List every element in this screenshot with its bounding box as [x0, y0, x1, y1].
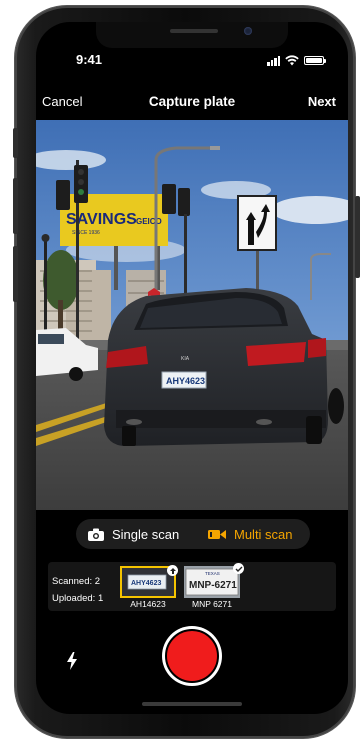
wifi-icon: [285, 55, 299, 66]
phone-screen: 9:41 Cancel Capture plate Next SAVINGS S…: [36, 22, 348, 714]
plate-label: AH14623: [130, 599, 166, 609]
signal-icon: [267, 55, 280, 66]
plate-thumbnail[interactable]: TEXAS MNP-6271: [184, 563, 244, 598]
speaker-grille: [170, 29, 218, 33]
billboard-brand: GEICO: [136, 217, 162, 226]
volume-down-button: [13, 246, 18, 302]
page-title: Capture plate: [148, 94, 236, 109]
car-plate-text: AHY4623: [166, 376, 205, 386]
front-camera: [244, 27, 252, 35]
status-bar: 9:41: [36, 52, 348, 72]
single-scan-option[interactable]: Single scan: [88, 519, 179, 549]
plate-thumbnail-text: MNP-6271: [189, 580, 237, 591]
scan-mode-toggle: Single scan Multi scan: [76, 519, 310, 549]
navigation-bar: Cancel Capture plate Next: [36, 92, 348, 112]
uploaded-count: Uploaded: 1: [52, 593, 104, 604]
car-badge-text: KIA: [181, 356, 190, 362]
plate-thumbnail-image: AHY4623: [122, 568, 174, 596]
video-camera-icon: [208, 529, 226, 539]
volume-up-button: [13, 178, 18, 234]
scan-counts: Scanned: 2 Uploaded: 1: [52, 573, 103, 607]
camera-icon: [88, 528, 104, 541]
home-indicator: [142, 702, 242, 706]
silent-switch: [13, 128, 18, 158]
scanned-plates-strip: Scanned: 2 Uploaded: 1 AHY4623 AH14623 T…: [48, 562, 336, 611]
status-time: 9:41: [76, 52, 103, 67]
plate-label: MNP 6271: [191, 599, 232, 609]
multi-scan-option[interactable]: Multi scan: [208, 519, 293, 549]
single-scan-label: Single scan: [112, 526, 180, 542]
plate-thumbnail-text: AHY4623: [131, 580, 161, 587]
upload-icon: [167, 565, 178, 576]
shutter-button-inner: [165, 629, 219, 683]
scanned-count: Scanned: 2: [52, 576, 101, 587]
plate-thumbnail-selected[interactable]: AHY4623: [120, 565, 178, 598]
notch: [96, 22, 288, 48]
camera-preview-scene: SAVINGS SINCE 1936 GEICO STOP: [36, 120, 348, 510]
plate-thumbnail-image: TEXAS MNP-6271: [184, 566, 240, 598]
multi-scan-label: Multi scan: [234, 526, 293, 542]
plate-thumbnail-header: TEXAS: [205, 571, 220, 576]
shutter-button[interactable]: [162, 626, 222, 686]
status-icons: [267, 55, 326, 66]
battery-icon: [304, 56, 326, 65]
camera-viewfinder[interactable]: SAVINGS SINCE 1936 GEICO STOP: [36, 120, 348, 510]
flash-icon[interactable]: [66, 652, 78, 670]
next-button[interactable]: Next: [308, 94, 336, 109]
check-icon: [233, 563, 244, 574]
power-button: [355, 196, 360, 278]
